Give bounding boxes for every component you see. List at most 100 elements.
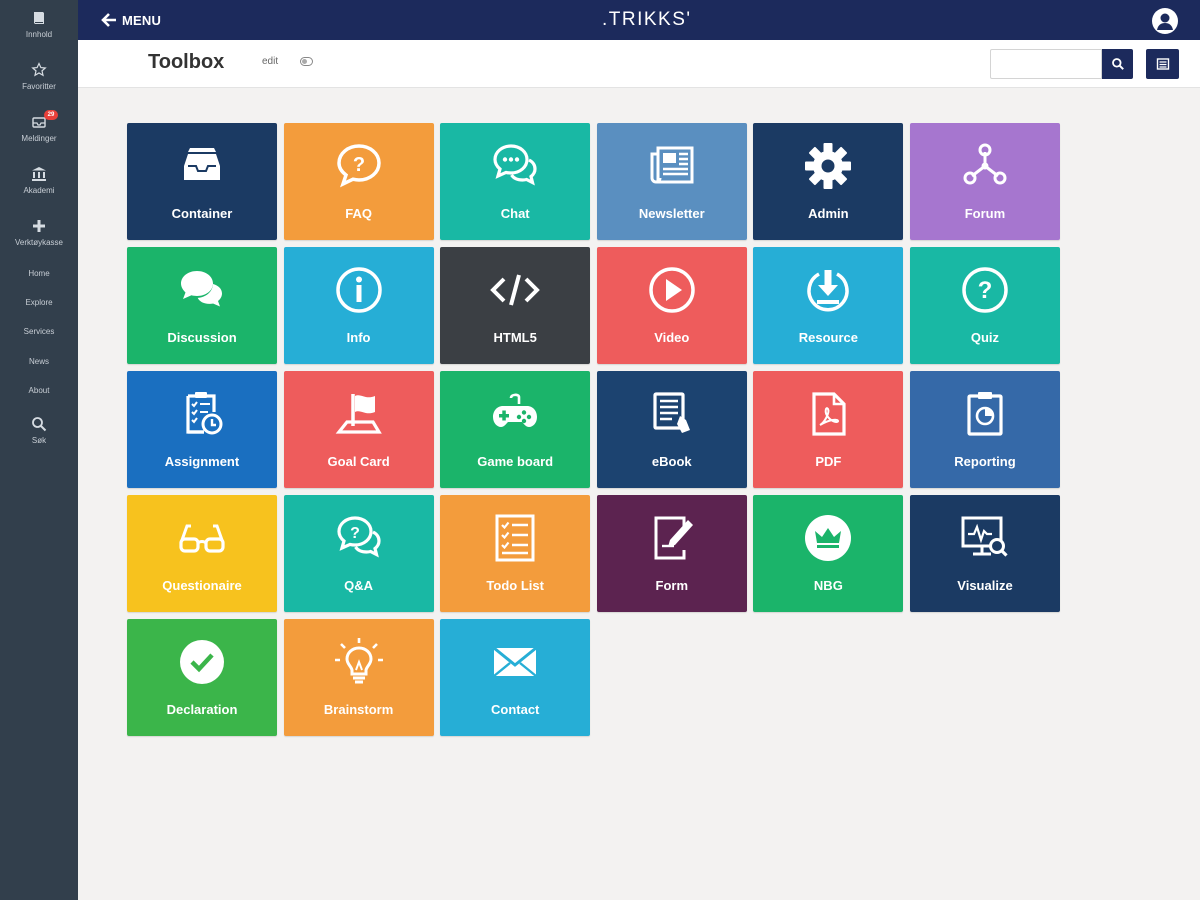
book-icon <box>0 10 78 28</box>
tile-label: Contact <box>490 702 540 717</box>
sidebar-item-label: Favoritter <box>22 82 56 91</box>
tile-resource[interactable]: Resource <box>753 247 904 364</box>
tile-game-board[interactable]: Game board <box>440 371 591 488</box>
plus-icon <box>0 218 78 236</box>
newspaper-icon <box>646 140 698 192</box>
tile-label: Game board <box>477 454 554 469</box>
edit-link[interactable]: edit <box>262 56 278 67</box>
lightbulb-icon <box>333 636 385 688</box>
download-icon <box>802 264 854 316</box>
sidebar-item-label: Søk <box>31 436 47 445</box>
glasses-icon <box>176 512 228 564</box>
sidebar-item-about[interactable]: About <box>0 386 78 395</box>
bank-icon <box>0 166 78 184</box>
tile-html5[interactable]: HTML5 <box>440 247 591 364</box>
tile-label: Newsletter <box>638 206 705 221</box>
tile-brainstorm[interactable]: Brainstorm <box>283 619 434 736</box>
tile-nbg[interactable]: NBG <box>753 495 904 612</box>
flag-icon <box>333 388 385 440</box>
svg-text:?: ? <box>978 277 993 304</box>
tile-label: NBG <box>813 578 843 593</box>
tile-questionaire[interactable]: Questionaire <box>127 495 277 612</box>
tile-assignment[interactable]: Assignment <box>127 371 277 488</box>
tile-todo-list[interactable]: Todo List <box>440 495 591 612</box>
pdf-icon <box>802 388 854 440</box>
monitor-search-icon <box>959 512 1011 564</box>
ebook-icon <box>646 388 698 440</box>
tile-discussion[interactable]: Discussion <box>127 247 277 364</box>
tile-label: HTML5 <box>493 330 537 345</box>
tile-label: FAQ <box>345 206 372 221</box>
sidebar-item-home[interactable]: Home <box>0 269 78 278</box>
tile-forum[interactable]: Forum <box>909 123 1060 240</box>
sidebar-item-label: Verktøykasse <box>14 238 63 247</box>
tile-label: Forum <box>964 206 1006 221</box>
sidebar-item-label: Akademi <box>23 186 55 195</box>
tile-label: Form <box>655 578 689 593</box>
speech-bubbles-icon <box>176 264 228 316</box>
play-icon <box>646 264 698 316</box>
tile-faq[interactable]: ? FAQ <box>283 123 434 240</box>
info-icon <box>333 264 385 316</box>
report-icon <box>959 388 1011 440</box>
tile-label: Resource <box>798 330 858 345</box>
sidebar-item-news[interactable]: News <box>0 357 78 366</box>
gamepad-icon <box>489 388 541 440</box>
code-icon <box>489 264 541 316</box>
search-icon <box>0 416 78 434</box>
sidebar-item-services[interactable]: Services <box>0 327 78 336</box>
tile-form[interactable]: Form <box>596 495 747 612</box>
menu-button[interactable]: MENU <box>100 10 161 30</box>
app-logo: .TRIKKS' <box>602 9 692 30</box>
page-title: Toolbox <box>148 51 225 73</box>
tile-label: Visualize <box>957 578 1013 593</box>
tile-reporting[interactable]: Reporting <box>909 371 1060 488</box>
gear-icon <box>802 140 854 192</box>
list-view-button[interactable] <box>1146 49 1179 79</box>
list-icon <box>1156 58 1169 70</box>
question-bubble-icon: ? <box>333 140 385 192</box>
tile-label: Info <box>346 330 371 345</box>
tile-pdf[interactable]: PDF <box>753 371 904 488</box>
tile-chat[interactable]: Chat <box>440 123 591 240</box>
sidebar-item-akademi[interactable]: Akademi <box>0 166 78 195</box>
tile-label: Goal Card <box>327 454 390 469</box>
svg-text:?: ? <box>352 154 364 176</box>
tile-admin[interactable]: Admin <box>753 123 904 240</box>
tile-contact[interactable]: Contact <box>440 619 591 736</box>
tile-label: Admin <box>808 206 849 221</box>
tile-newsletter[interactable]: Newsletter <box>596 123 747 240</box>
tile-visualize[interactable]: Visualize <box>909 495 1060 612</box>
chat-bubbles-icon <box>489 140 541 192</box>
form-pen-icon <box>646 512 698 564</box>
inbox-icon <box>0 114 78 132</box>
sidebar-item-explore[interactable]: Explore <box>0 298 78 307</box>
sidebar-item-verktoykasse[interactable]: Verktøykasse <box>0 218 78 247</box>
search-input[interactable] <box>990 49 1102 79</box>
sidebar-item-meldinger[interactable]: 29 Meldinger <box>0 110 78 143</box>
tile-goal-card[interactable]: Goal Card <box>283 371 434 488</box>
checklist-icon <box>489 512 541 564</box>
tile-info[interactable]: Info <box>283 247 434 364</box>
tile-label: eBook <box>651 454 692 469</box>
sidebar-item-label: Innhold <box>25 30 53 39</box>
tile-label: Todo List <box>486 578 544 593</box>
tile-container[interactable]: Container <box>127 123 277 240</box>
sidebar-item-favoritter[interactable]: Favoritter <box>0 62 78 91</box>
check-circle-icon <box>176 636 228 688</box>
user-button[interactable] <box>1152 8 1178 34</box>
search-button[interactable] <box>1102 49 1133 79</box>
tile-qa[interactable]: ? Q&A <box>283 495 434 612</box>
tile-declaration[interactable]: Declaration <box>127 619 277 736</box>
tile-label: Brainstorm <box>323 702 394 717</box>
tile-ebook[interactable]: eBook <box>596 371 747 488</box>
sidebar-item-innhold[interactable]: Innhold <box>0 10 78 39</box>
svg-text:?: ? <box>350 525 360 542</box>
tile-quiz[interactable]: ? Quiz <box>909 247 1060 364</box>
tile-video[interactable]: Video <box>596 247 747 364</box>
edit-toggle[interactable] <box>300 57 313 66</box>
star-icon <box>0 62 78 80</box>
envelope-icon <box>489 636 541 688</box>
tile-label: Declaration <box>166 702 238 717</box>
sidebar-item-search[interactable]: Søk <box>0 416 78 445</box>
